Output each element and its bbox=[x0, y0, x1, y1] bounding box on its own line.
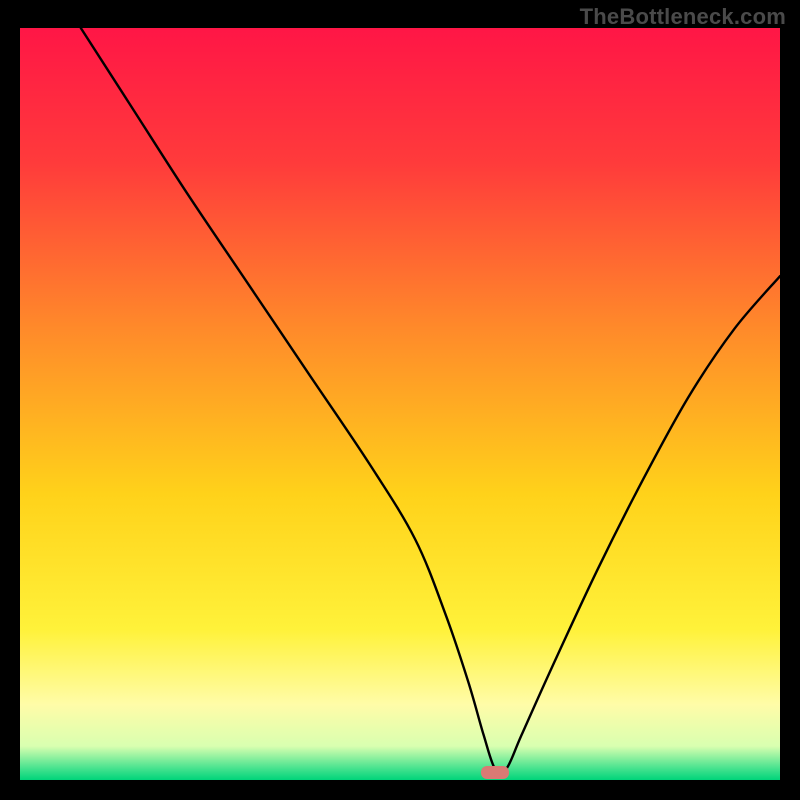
chart-svg bbox=[20, 28, 780, 780]
plot-background bbox=[20, 28, 780, 780]
watermark-text: TheBottleneck.com bbox=[580, 4, 786, 30]
chart-frame: TheBottleneck.com bbox=[0, 0, 800, 800]
minimum-marker bbox=[481, 766, 509, 779]
